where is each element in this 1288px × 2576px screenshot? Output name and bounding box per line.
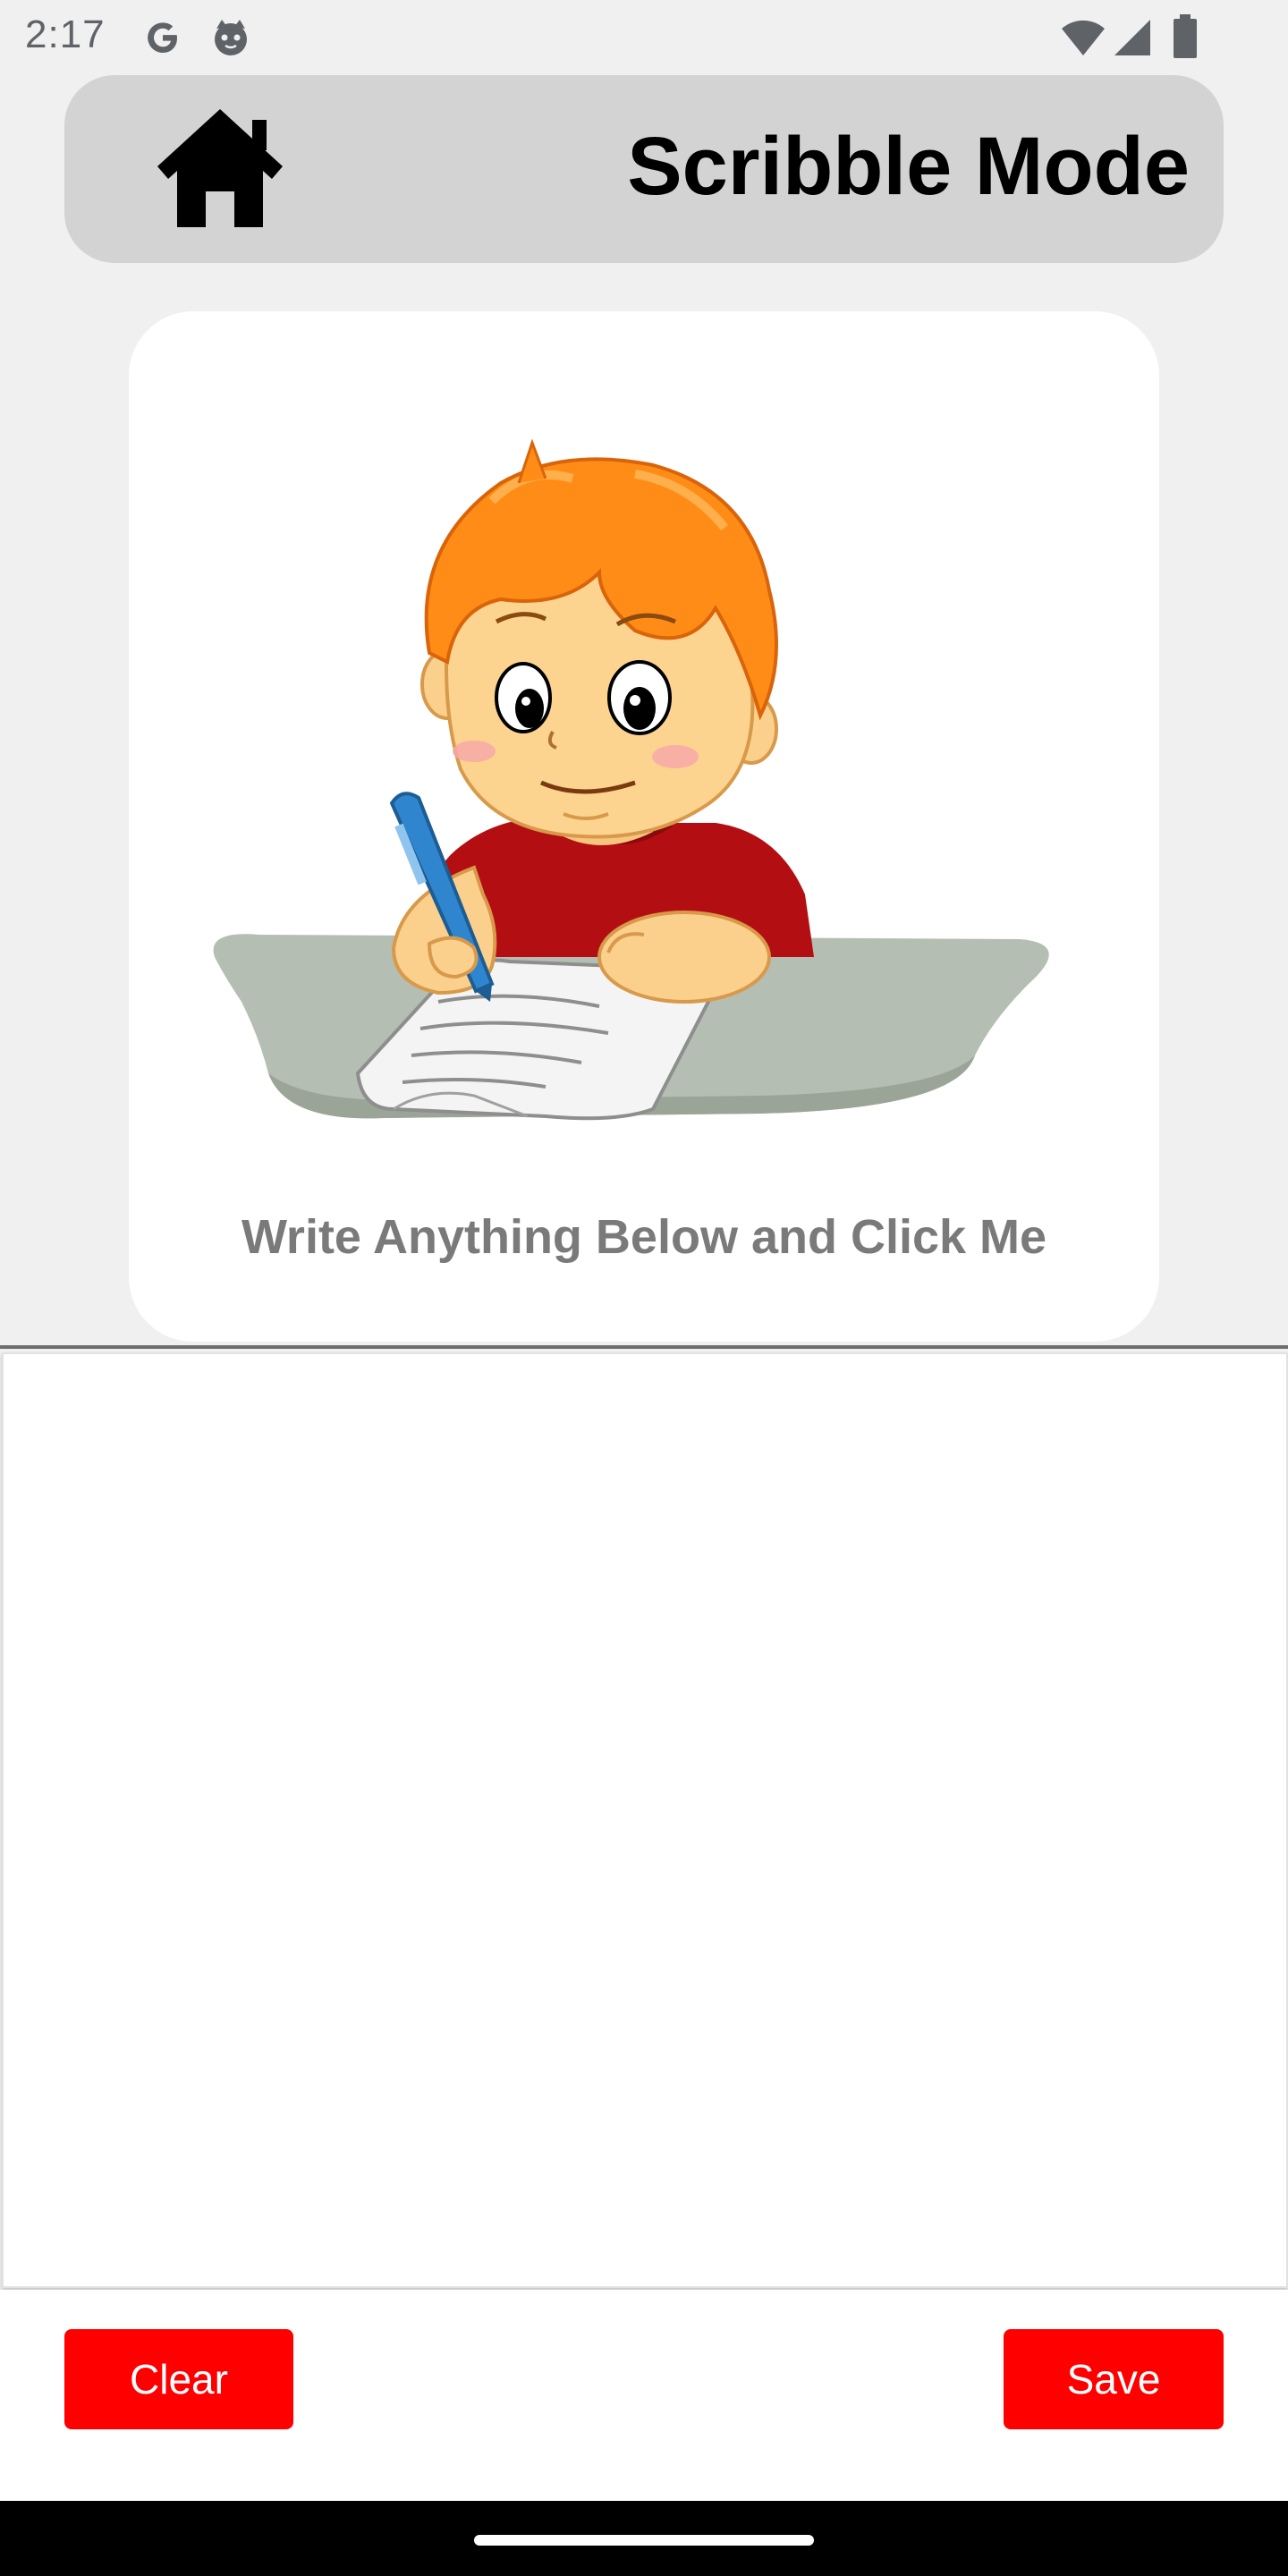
status-time: 2:17 bbox=[25, 13, 106, 56]
system-nav-bar bbox=[0, 2501, 1288, 2576]
status-bar: 2:17 bbox=[0, 0, 1288, 75]
clear-button[interactable]: Clear bbox=[64, 2329, 293, 2429]
cat-face-icon bbox=[215, 20, 247, 55]
divider bbox=[0, 1345, 1288, 1349]
battery-icon bbox=[1174, 14, 1197, 58]
save-button[interactable]: Save bbox=[1004, 2329, 1224, 2429]
home-gesture-handle[interactable] bbox=[474, 2535, 814, 2546]
prompt-text: Write Anything Below and Click Me bbox=[241, 1210, 1047, 1264]
home-button[interactable] bbox=[152, 107, 288, 233]
child-writing-illustration bbox=[213, 438, 1049, 1121]
google-g-icon bbox=[148, 22, 177, 53]
home-icon bbox=[157, 109, 283, 227]
page-title: Scribble Mode bbox=[627, 121, 1190, 212]
drawing-canvas[interactable] bbox=[2, 1352, 1288, 2288]
cellular-signal-icon bbox=[1114, 20, 1150, 55]
wifi-icon bbox=[1062, 20, 1105, 55]
